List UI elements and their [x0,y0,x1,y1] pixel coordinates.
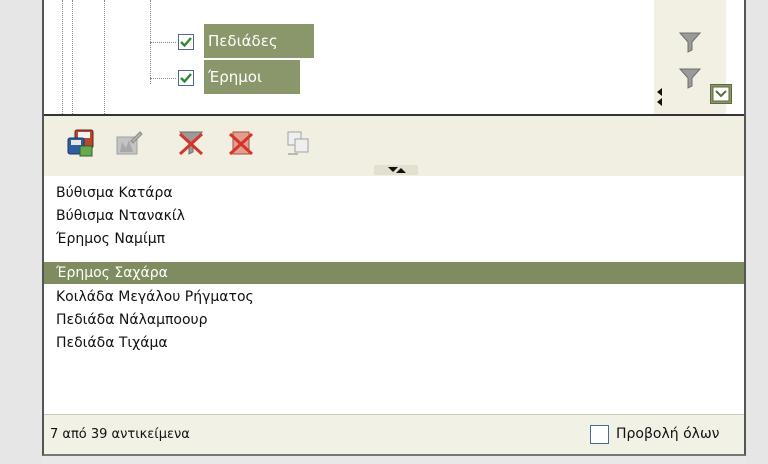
toolbar [44,116,744,176]
results-list[interactable]: Βύθισμα Κατάρα Βύθισμα Ντανακίλ Έρημος Ν… [44,176,744,414]
clear-filter-icon[interactable] [176,128,206,158]
splitter-grip-icon[interactable] [374,165,418,175]
list-item[interactable]: Έρημος Ναμίμπ [44,228,744,250]
filter-panel: Πεδιάδες Έρημοι Βύθισμα Κατάρα Βύθισμα Ν… [42,0,746,456]
tree-checkbox-plains[interactable] [178,34,194,50]
filter-icon[interactable] [678,66,702,90]
copy-icon[interactable] [284,128,314,158]
save-icon[interactable] [66,128,96,158]
tree-item-label: Έρημοι [208,68,263,86]
status-bar: 7 από 39 αντικείμενα Προβολή όλων [44,414,744,454]
right-margin [746,0,768,464]
list-item[interactable]: Κοιλάδα Μεγάλου Ρήγματος [44,286,744,308]
show-all-checkbox[interactable] [590,425,609,444]
item-count: 7 από 39 αντικείμενα [50,427,190,442]
expand-button[interactable] [710,84,732,104]
list-item[interactable]: Πεδιάδα Τιχάμα [44,332,744,354]
tree-view[interactable]: Πεδιάδες Έρημοι [44,0,744,116]
tree-checkbox-deserts[interactable] [178,70,194,86]
list-item[interactable]: Βύθισμα Ντανακίλ [44,205,744,227]
left-margin [0,0,42,464]
list-item[interactable]: Βύθισμα Κατάρα [44,182,744,204]
list-item-selected[interactable]: Έρημος Σαχάρα [44,262,744,284]
show-all-label: Προβολή όλων [616,426,720,442]
edit-icon[interactable] [114,128,144,158]
delete-filter-icon[interactable] [226,128,256,158]
tree-item-label: Πεδιάδες [208,32,278,50]
resize-marker-icon [657,88,662,106]
list-item[interactable]: Πεδιάδα Νάλαμποουρ [44,309,744,331]
tree-item-plains[interactable]: Πεδιάδες [204,24,314,58]
filter-icon[interactable] [678,30,702,54]
chevron-down-icon [712,86,730,102]
tree-item-deserts[interactable]: Έρημοι [204,60,300,94]
